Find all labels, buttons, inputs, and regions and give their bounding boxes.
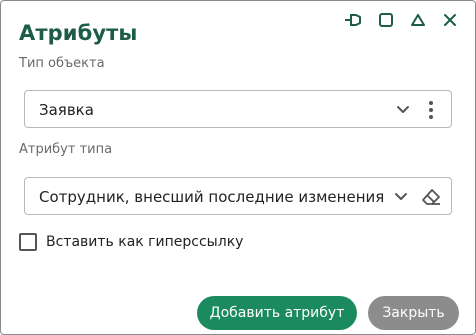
- window-controls: [343, 11, 461, 29]
- object-type-value: Заявка: [39, 101, 94, 119]
- object-type-select[interactable]: Заявка: [24, 90, 452, 128]
- object-type-label: Тип объекта: [19, 56, 105, 71]
- hyperlink-checkbox-row[interactable]: Вставить как гиперссылку: [19, 233, 243, 251]
- add-attribute-button[interactable]: Добавить атрибут: [197, 296, 357, 330]
- collapse-icon[interactable]: [407, 11, 429, 29]
- chevron-down-icon[interactable]: [393, 100, 413, 120]
- maximize-icon[interactable]: [375, 11, 397, 29]
- hyperlink-checkbox[interactable]: [19, 233, 37, 251]
- pin-icon[interactable]: [343, 11, 365, 29]
- dialog-title: Атрибуты: [19, 21, 138, 45]
- hyperlink-checkbox-label: Вставить как гиперссылку: [46, 234, 244, 250]
- close-button[interactable]: Закрыть: [368, 296, 459, 330]
- close-icon[interactable]: [439, 11, 461, 29]
- more-vertical-icon[interactable]: [421, 100, 441, 120]
- attributes-dialog: Атрибуты Тип объекта Заявка Атрибут типа…: [0, 0, 476, 335]
- type-attribute-select[interactable]: Сотрудник, внесший последние изменения: [24, 177, 452, 215]
- eraser-icon[interactable]: [421, 187, 441, 207]
- type-attribute-label: Атрибут типа: [19, 142, 113, 157]
- chevron-down-icon[interactable]: [391, 187, 411, 207]
- type-attribute-value: Сотрудник, внесший последние изменения: [39, 188, 385, 206]
